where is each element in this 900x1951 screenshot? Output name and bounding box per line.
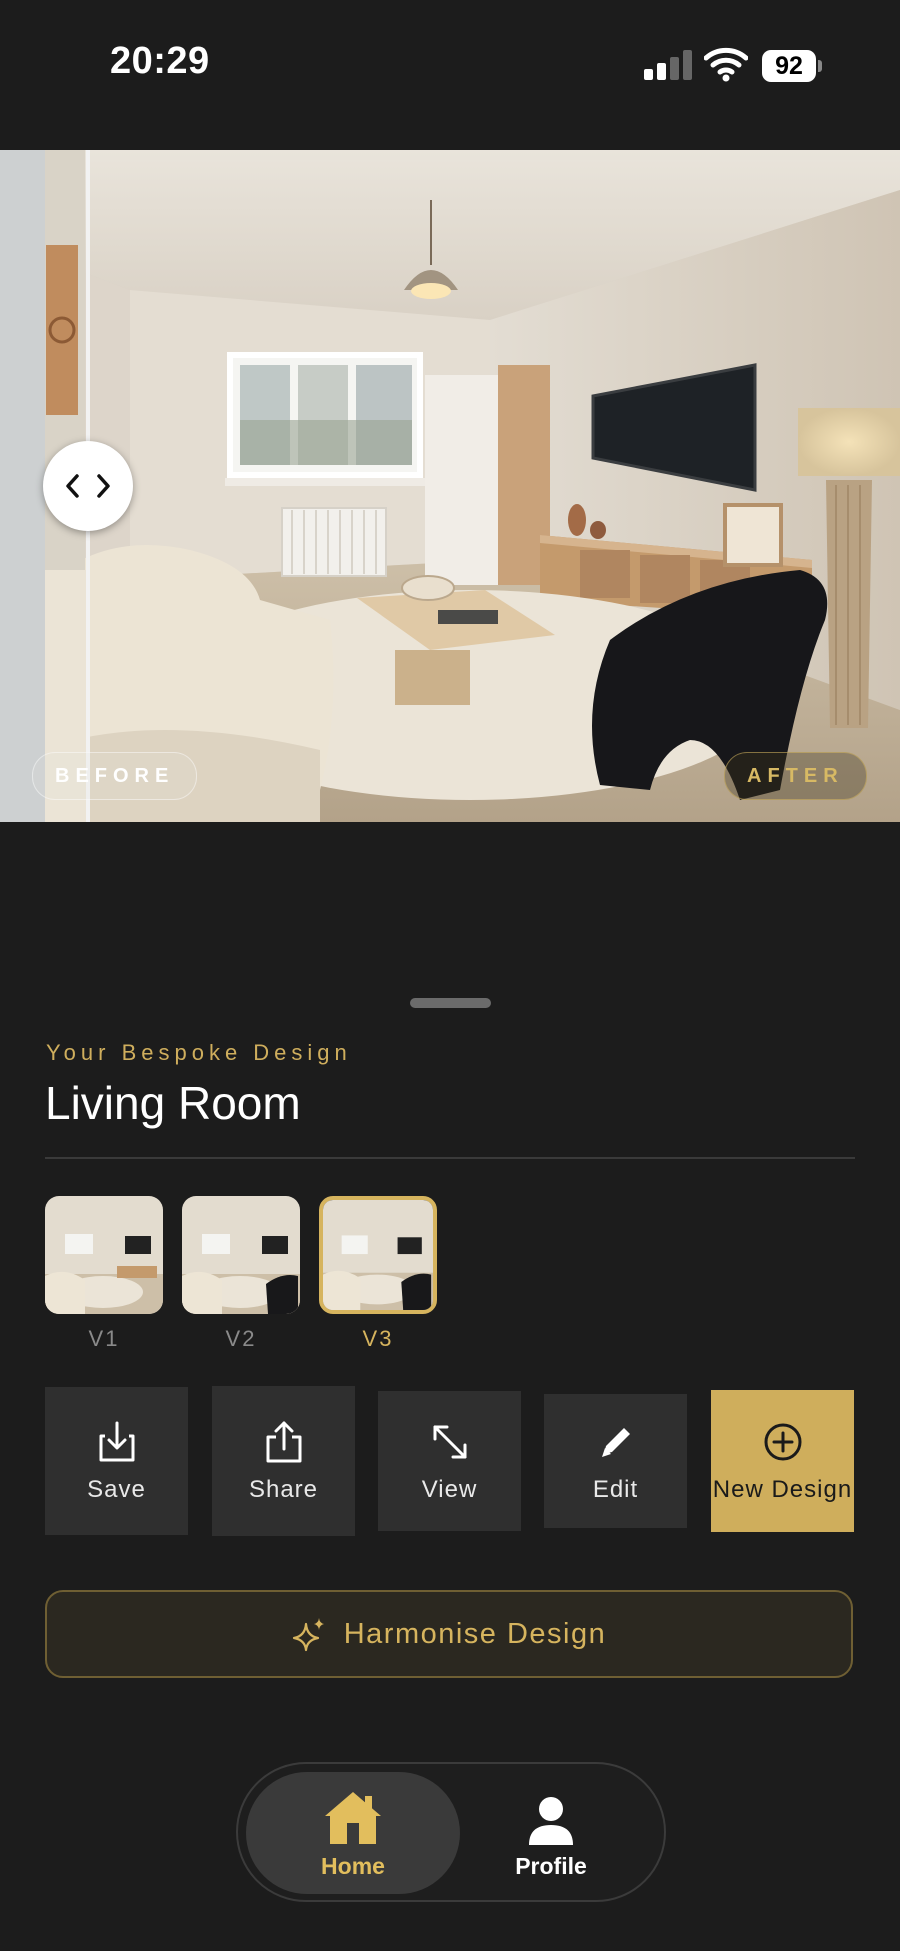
tab-home[interactable]: Home bbox=[246, 1772, 460, 1894]
download-icon bbox=[97, 1418, 137, 1466]
pencil-icon bbox=[596, 1418, 636, 1466]
sparkle-icon bbox=[292, 1618, 324, 1652]
after-label: AFTER bbox=[724, 752, 867, 800]
design-eyebrow: Your Bespoke Design bbox=[46, 1040, 352, 1065]
version-thumb-v3[interactable] bbox=[319, 1196, 437, 1314]
divider bbox=[45, 1157, 855, 1159]
new-design-button[interactable]: New Design bbox=[711, 1390, 854, 1532]
share-button[interactable]: Share bbox=[212, 1386, 355, 1536]
compare-slider-handle[interactable] bbox=[43, 441, 133, 531]
tab-home-label: Home bbox=[321, 1852, 385, 1879]
room-title: Living Room bbox=[45, 1077, 301, 1129]
version-thumb-v1[interactable] bbox=[45, 1196, 163, 1314]
share-label: Share bbox=[248, 1476, 319, 1503]
version-thumb-v2[interactable] bbox=[182, 1196, 300, 1314]
plus-circle-icon bbox=[762, 1418, 804, 1466]
cellular-signal-icon bbox=[644, 50, 692, 80]
chevron-left-right-icon bbox=[66, 474, 110, 498]
person-icon bbox=[526, 1787, 576, 1847]
tab-profile-label: Profile bbox=[515, 1852, 587, 1879]
version-label-v1: V1 bbox=[88, 1326, 120, 1351]
home-icon bbox=[321, 1787, 385, 1847]
living-room-render bbox=[0, 150, 900, 822]
version-label-v2: V2 bbox=[225, 1326, 257, 1351]
before-label: BEFORE bbox=[32, 752, 198, 800]
harmonise-design-button[interactable]: Harmonise Design bbox=[45, 1590, 853, 1678]
tab-bar: Home Profile bbox=[236, 1762, 666, 1902]
harmonise-label: Harmonise Design bbox=[343, 1617, 607, 1650]
view-button[interactable]: View bbox=[378, 1391, 521, 1531]
before-after-image[interactable] bbox=[0, 150, 900, 822]
new-design-label: New Design bbox=[712, 1476, 853, 1503]
sheet-grabber[interactable] bbox=[410, 998, 491, 1008]
share-icon bbox=[264, 1418, 304, 1466]
battery-icon: 92 bbox=[762, 50, 822, 82]
edit-label: Edit bbox=[592, 1476, 639, 1503]
expand-icon bbox=[429, 1418, 471, 1466]
battery-level: 92 bbox=[762, 50, 816, 82]
tab-profile[interactable]: Profile bbox=[444, 1772, 658, 1894]
view-label: View bbox=[421, 1476, 478, 1503]
version-label-v3: V3 bbox=[362, 1326, 394, 1351]
save-button[interactable]: Save bbox=[45, 1387, 188, 1535]
save-label: Save bbox=[87, 1476, 146, 1503]
status-time: 20:29 bbox=[110, 40, 210, 82]
wifi-icon bbox=[703, 46, 749, 82]
edit-button[interactable]: Edit bbox=[544, 1394, 687, 1528]
